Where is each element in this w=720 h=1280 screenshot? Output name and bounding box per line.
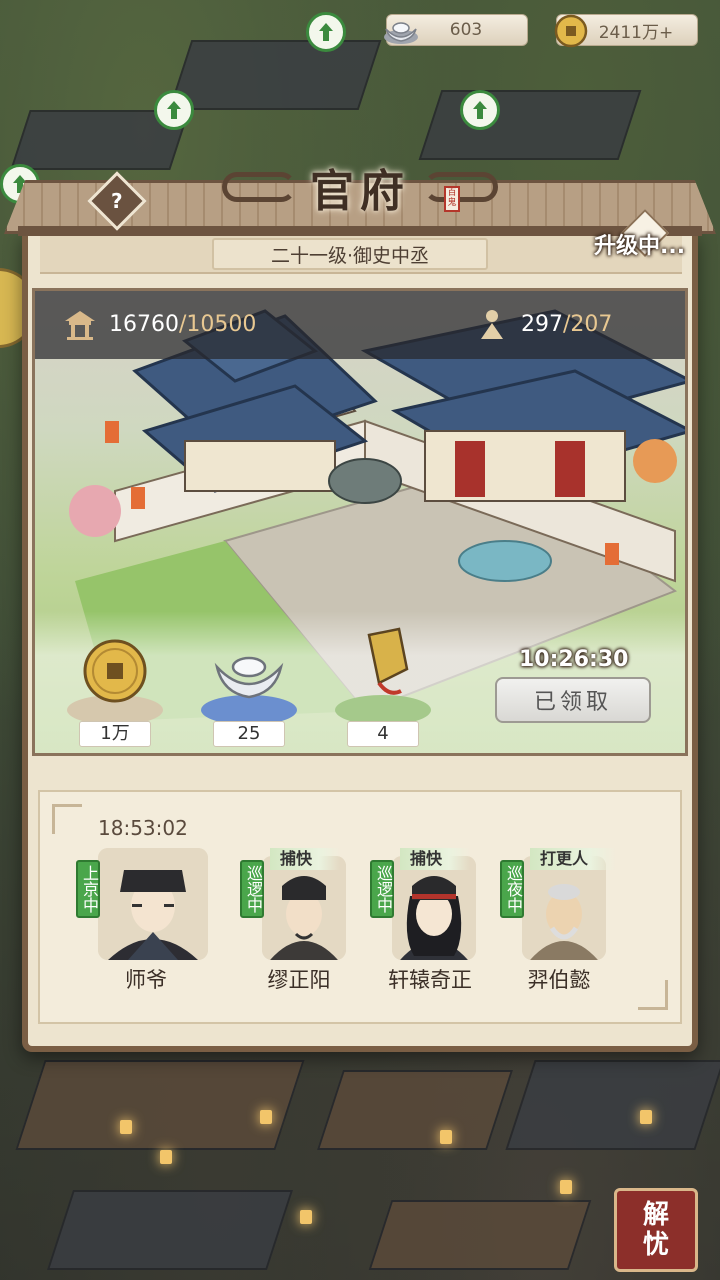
staff-name: 缪正阳 <box>267 968 331 992</box>
copper-coin-icon <box>554 14 588 48</box>
status-badge: 巡逻中 <box>240 860 264 918</box>
reward-silver-amount: 25 <box>213 721 285 747</box>
staff-name: 轩辕奇正 <box>388 968 472 992</box>
staff-timer: 18:53:02 <box>98 816 188 840</box>
stats-strip: 16760/10500 297/207 <box>35 291 685 359</box>
building-upgrade-icon[interactable] <box>460 90 500 130</box>
coin-counter[interactable]: 2411万+ <box>554 14 698 48</box>
staff-name: 师爷 <box>125 968 167 992</box>
cloud-ornament-icon <box>222 172 296 202</box>
seal-stamp: 百鬼 <box>444 186 460 212</box>
upgrade-status[interactable]: 升级中... <box>594 228 685 260</box>
avatar <box>392 856 476 960</box>
background-roof <box>418 90 642 160</box>
fret-ornament-icon <box>638 980 668 1010</box>
staff-name: 羿伯懿 <box>527 968 591 992</box>
building-upgrade-icon[interactable] <box>306 12 346 52</box>
person-icon <box>481 310 503 339</box>
rank-title: 二十一级·御史中丞 <box>212 238 488 270</box>
reward-coin-amount: 1万 <box>79 721 151 747</box>
silver-counter[interactable]: 603 <box>384 14 528 46</box>
silver-ingot-icon <box>384 22 418 44</box>
background-roof <box>15 1060 305 1150</box>
token-banner-icon <box>367 627 409 695</box>
background-roof <box>47 1190 293 1270</box>
claimed-button[interactable]: 已领取 <box>495 677 651 723</box>
building-scene: 16760/10500 297/207 1万 25 4 10:26:30 已领取 <box>32 288 688 756</box>
background-roof <box>317 1070 513 1150</box>
staff-member-miao[interactable]: 捕快 巡逻中 缪正阳 <box>240 848 358 998</box>
reward-coin[interactable]: 1万 <box>67 637 163 749</box>
silver-ingot-icon <box>214 656 284 699</box>
copper-coin-icon <box>83 639 147 703</box>
role-badge: 打更人 <box>530 848 617 870</box>
background-roof <box>505 1060 720 1150</box>
relief-label-2: 忧 <box>642 1230 669 1260</box>
people-stat-max: /207 <box>563 311 613 337</box>
background-roof <box>368 1200 592 1270</box>
relief-label-1: 解 <box>642 1200 669 1230</box>
staff-member-shiye[interactable]: 上京中 师爷 <box>76 848 216 998</box>
question-icon: ? <box>111 188 123 213</box>
reward-token-amount: 4 <box>347 721 419 747</box>
reward-silver[interactable]: 25 <box>201 637 297 749</box>
building-stat: 16760/10500 <box>61 305 256 343</box>
building-stat-current: 16760 <box>109 311 179 337</box>
reward-token[interactable]: 4 <box>335 627 431 749</box>
status-badge: 上京中 <box>76 860 100 918</box>
cloud-ornament-icon <box>424 172 498 202</box>
avatar <box>522 856 606 960</box>
avatar <box>262 856 346 960</box>
people-stat: 297/207 <box>473 305 612 343</box>
relief-button[interactable]: 解 忧 <box>614 1188 698 1272</box>
status-badge: 巡夜中 <box>500 860 524 918</box>
staff-member-yi[interactable]: 打更人 巡夜中 羿伯懿 <box>500 848 618 998</box>
avatar <box>98 848 208 960</box>
reward-timer: 10:26:30 <box>519 647 629 672</box>
status-badge: 巡逻中 <box>370 860 394 918</box>
role-badge: 捕快 <box>400 848 471 870</box>
building-upgrade-icon[interactable] <box>154 90 194 130</box>
people-stat-current: 297 <box>521 311 563 337</box>
pavilion-icon <box>65 311 95 340</box>
background-roof <box>168 40 382 110</box>
role-badge: 捕快 <box>270 848 341 870</box>
staff-member-xuanyuan[interactable]: 捕快 巡逻中 轩辕奇正 <box>370 848 488 998</box>
panel-title-text: 官府 <box>310 166 410 217</box>
fret-ornament-icon <box>52 804 82 834</box>
building-stat-max: /10500 <box>179 311 257 337</box>
